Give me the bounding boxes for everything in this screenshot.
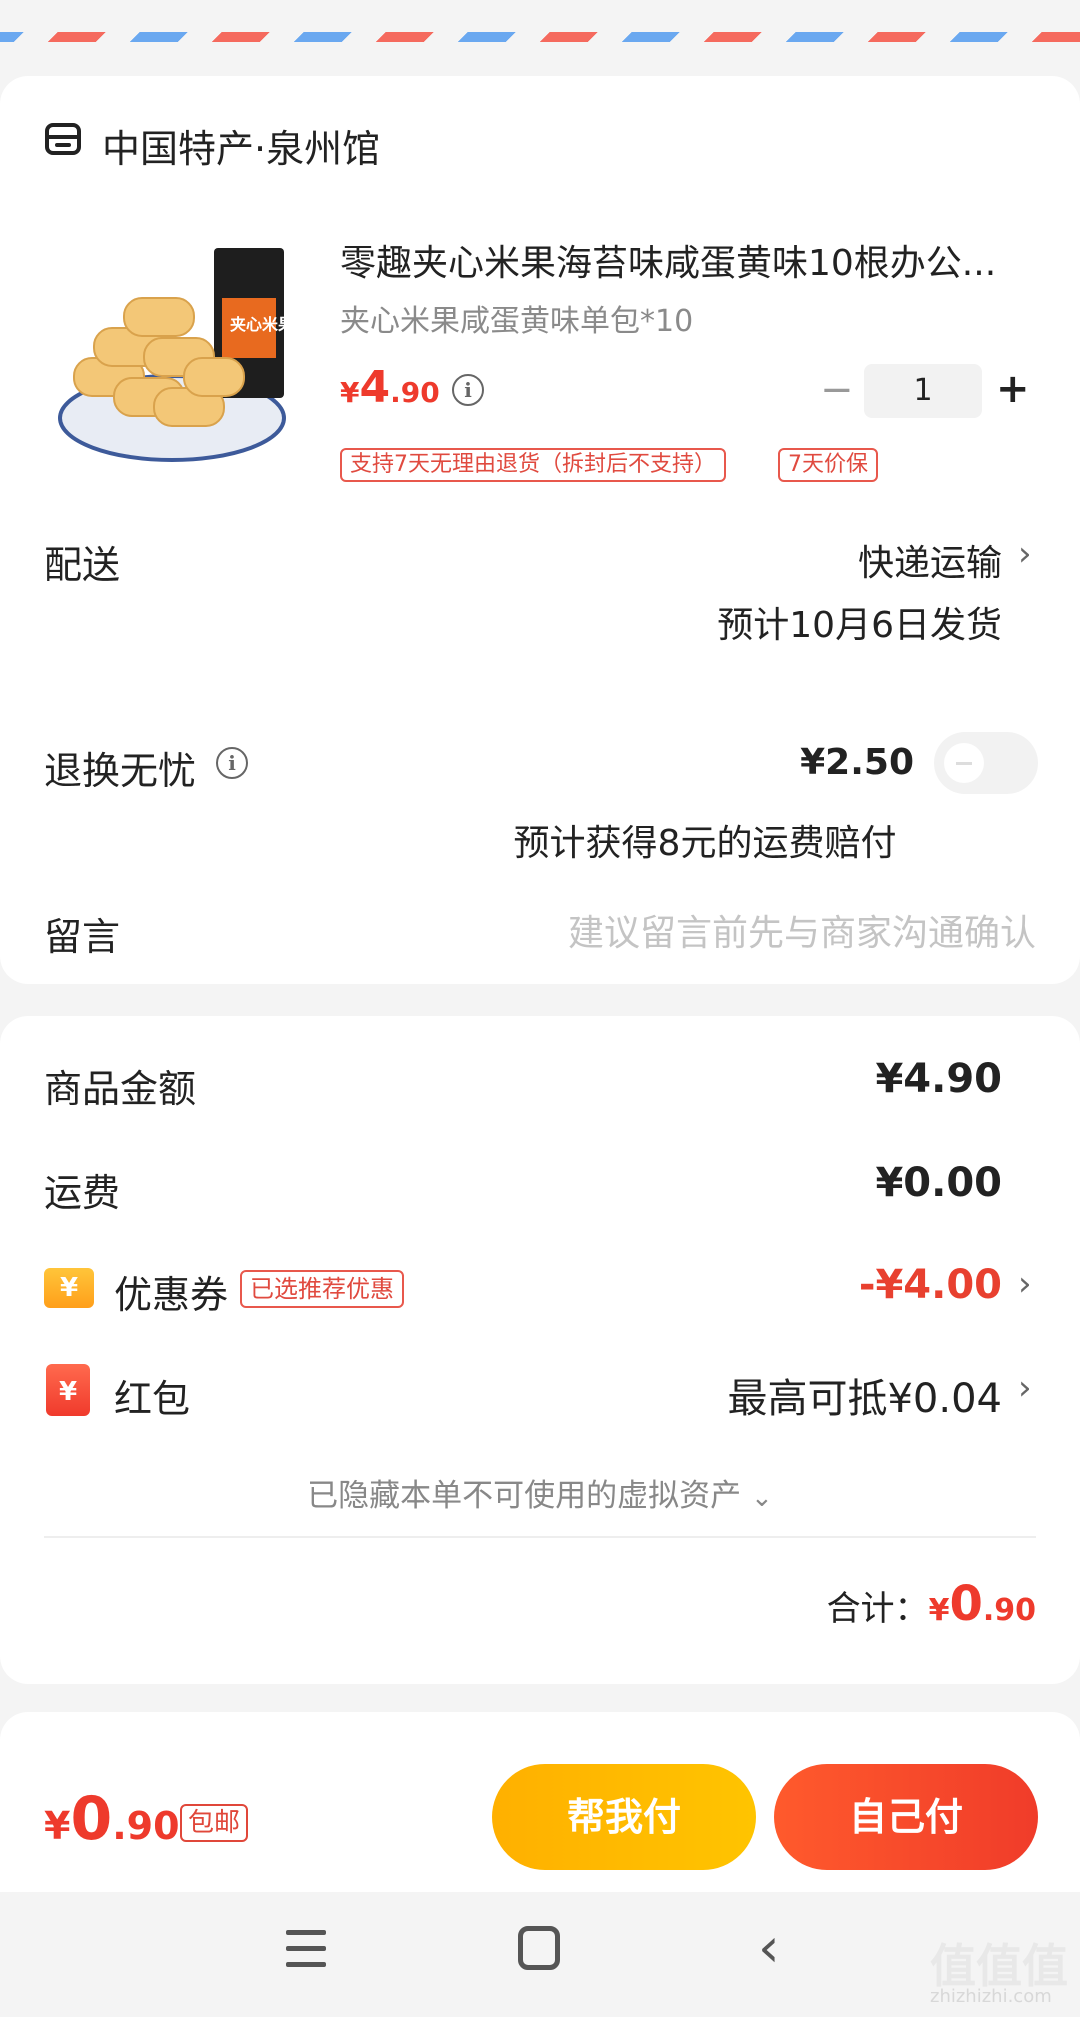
total-int: 0 — [949, 1576, 983, 1632]
total-dec: .90 — [982, 1593, 1036, 1628]
product-image[interactable]: 夹心米果 — [54, 238, 298, 470]
hidden-assets-text: 已隐藏本单不可使用的虚拟资产 — [307, 1478, 742, 1514]
product-image-label: 夹心米果 — [230, 315, 294, 334]
back-icon[interactable]: ‹ — [758, 1921, 780, 1975]
delivery-label: 配送 — [44, 543, 121, 587]
hongbao-icon: ¥ — [46, 1364, 90, 1416]
coupon-chevron-icon[interactable]: › — [1018, 1264, 1032, 1304]
bottom-price: ¥0.90 — [44, 1784, 180, 1854]
help-pay-button[interactable]: 帮我付 — [492, 1764, 756, 1870]
returns-price: ¥2.50 — [800, 742, 914, 783]
hongbao-chevron-icon[interactable]: › — [1018, 1368, 1032, 1408]
order-total: 合计：¥0.90 — [827, 1576, 1036, 1632]
home-icon[interactable] — [518, 1926, 560, 1970]
quantity-decrement-button[interactable]: − — [820, 370, 854, 410]
quantity-increment-button[interactable]: + — [996, 366, 1030, 412]
airmail-border — [0, 32, 1080, 42]
returns-info-icon[interactable]: i — [216, 747, 248, 779]
quantity-input[interactable]: 1 — [864, 364, 982, 418]
shop-icon — [45, 123, 81, 155]
price-int: 4 — [359, 362, 391, 413]
chevron-down-icon: ⌄ — [751, 1483, 773, 1513]
product-sku[interactable]: 夹心米果咸蛋黄味单包*10 — [340, 296, 693, 340]
returns-label: 退换无忧 — [44, 749, 197, 793]
bottom-price-symbol: ¥ — [44, 1804, 71, 1848]
hongbao-label: 红包 — [114, 1377, 191, 1421]
shipping-value: ¥0.00 — [875, 1160, 1002, 1206]
shipping-label: 运费 — [44, 1171, 121, 1215]
message-input[interactable]: 建议留言前先与商家沟通确认 — [568, 904, 1036, 956]
toggle-knob — [944, 743, 984, 783]
delivery-chevron-icon[interactable]: › — [1018, 534, 1032, 574]
price-protect-tag: 7天价保 — [778, 448, 878, 482]
delivery-estimate: 预计10月6日发货 — [717, 605, 1002, 646]
coupon-value[interactable]: -¥4.00 — [859, 1262, 1002, 1308]
self-pay-button[interactable]: 自己付 — [774, 1764, 1038, 1870]
shop-name[interactable]: 中国特产·泉州馆 — [102, 118, 380, 173]
hidden-assets-toggle[interactable]: 已隐藏本单不可使用的虚拟资产 ⌄ — [0, 1470, 1080, 1515]
free-shipping-badge: 包邮 — [180, 1804, 249, 1842]
bottom-price-dec: .90 — [112, 1804, 180, 1848]
coupon-icon: ¥ — [44, 1268, 94, 1308]
divider — [44, 1536, 1036, 1538]
price-dec: .90 — [390, 376, 440, 409]
price-info-icon[interactable]: i — [452, 374, 484, 406]
total-symbol: ¥ — [928, 1593, 950, 1628]
hongbao-value[interactable]: 最高可抵¥0.04 — [727, 1366, 1002, 1424]
returns-note: 预计获得8元的运费赔付 — [513, 823, 897, 864]
watermark-url: zhizhizhi.com — [930, 1986, 1052, 2007]
product-price: ¥4.90 — [340, 362, 440, 413]
delivery-method[interactable]: 快递运输 — [858, 534, 1002, 586]
coupon-tag: 已选推荐优惠 — [240, 1270, 404, 1308]
goods-amount-value: ¥4.90 — [875, 1056, 1002, 1102]
return-policy-tag: 支持7天无理由退货（拆封后不支持） — [340, 448, 726, 482]
returns-toggle[interactable] — [934, 732, 1038, 794]
goods-amount-label: 商品金额 — [44, 1067, 197, 1111]
bottom-price-int: 0 — [70, 1784, 113, 1854]
product-title[interactable]: 零趣夹心米果海苔味咸蛋黄味10根办公... — [340, 234, 1030, 286]
price-symbol: ¥ — [340, 376, 360, 409]
total-label: 合计： — [826, 1589, 929, 1629]
message-label: 留言 — [44, 915, 121, 959]
coupon-label: 优惠券 — [114, 1273, 229, 1317]
recent-apps-icon[interactable] — [286, 1930, 326, 1970]
